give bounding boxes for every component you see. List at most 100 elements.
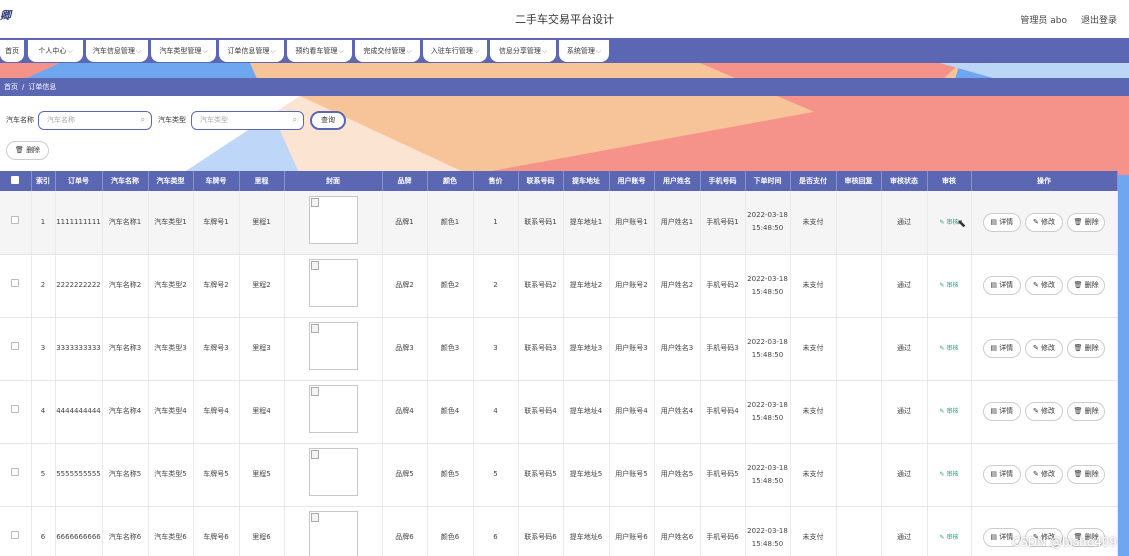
cell-car-name: 汽车名称6	[102, 506, 149, 556]
edit-button[interactable]: ✎ 修改	[1025, 339, 1063, 358]
row-checkbox[interactable]	[11, 279, 20, 287]
broken-image-icon	[310, 513, 319, 522]
nav-item-delivery[interactable]: 完成交付管理⌵	[355, 40, 420, 62]
row-select-cell[interactable]	[0, 191, 32, 255]
cell-cover	[284, 380, 383, 444]
row-select-cell[interactable]	[0, 254, 32, 318]
cell-paid: 未支付	[790, 317, 837, 381]
review-link[interactable]: ✎ 审核	[940, 408, 959, 415]
cell-brand: 品牌5	[382, 443, 428, 507]
broken-image-icon	[310, 324, 319, 333]
trash-icon: 🗑	[1073, 407, 1083, 415]
header-actions: 操作	[971, 171, 1118, 191]
nav-item-home[interactable]: 首页	[0, 40, 24, 62]
cell-order-time: 2022-03-18 15:48:50	[745, 506, 791, 556]
query-button[interactable]: 查询	[310, 111, 346, 130]
cell-price: 5	[473, 443, 519, 507]
row-select-cell[interactable]	[0, 317, 32, 381]
cell-phone: 手机号码2	[700, 254, 746, 318]
row-checkbox[interactable]	[11, 342, 20, 350]
breadcrumb-home[interactable]: 首页	[4, 83, 18, 91]
table-row: 4 4444444444 汽车名称4 汽车类型4 车牌号4 里程4 品牌4 颜色…	[0, 380, 1118, 444]
cell-pickup: 提车地址3	[563, 317, 610, 381]
detail-button[interactable]: ▤ 详情	[982, 339, 1021, 358]
nav-item-personal-center[interactable]: 个人中心⌵	[28, 40, 83, 62]
nav-item-car-info[interactable]: 汽车信息管理⌵	[86, 40, 148, 62]
detail-button[interactable]: ▤ 详情	[982, 212, 1021, 232]
detail-button[interactable]: ▤ 详情	[982, 276, 1021, 295]
review-link[interactable]: ✎ 审核	[940, 219, 959, 226]
delete-button[interactable]: 🗑 删除	[1067, 339, 1106, 358]
cell-username: 用户姓名2	[654, 254, 701, 318]
orders-table: 索引 订单号 汽车名称 汽车类型 车牌号 里程 封面 品牌 颜色 售价 联系号码…	[0, 171, 1118, 556]
header-status: 审核状态	[881, 171, 928, 191]
header-car-name: 汽车名称	[102, 171, 149, 191]
cell-car-name: 汽车名称3	[102, 317, 149, 381]
header-pickup: 提车地址	[563, 171, 610, 191]
review-link[interactable]: ✎ 审核	[940, 282, 959, 289]
nav-item-system[interactable]: 系统管理⌵	[559, 40, 609, 62]
table-row: 2 2222222222 汽车名称2 汽车类型2 车牌号2 里程2 品牌2 颜色…	[0, 254, 1118, 318]
row-checkbox[interactable]	[11, 468, 20, 476]
row-select-cell[interactable]	[0, 443, 32, 507]
chevron-down-icon: ⌵	[338, 47, 344, 55]
delete-button[interactable]: 🗑 删除	[1067, 402, 1106, 421]
edit-button[interactable]: ✎ 修改	[1025, 402, 1063, 421]
row-checkbox[interactable]	[11, 405, 20, 413]
review-link[interactable]: ✎ 审核	[940, 345, 959, 352]
detail-button[interactable]: ▤ 详情	[982, 402, 1021, 421]
car-name-input[interactable]: 汽车名称 ⌕	[38, 111, 152, 130]
delete-button[interactable]: 🗑 删除	[1067, 465, 1106, 484]
select-all-checkbox[interactable]	[11, 176, 20, 184]
review-link[interactable]: ✎ 审核	[940, 471, 959, 478]
nav-item-car-type[interactable]: 汽车类型管理⌵	[151, 40, 216, 62]
car-type-input[interactable]: 汽车类型 ⌕	[191, 111, 304, 130]
logout-link[interactable]: 退出登录	[1081, 13, 1117, 26]
cell-mileage: 里程1	[239, 191, 285, 255]
review-link[interactable]: ✎ 审核	[940, 534, 959, 541]
cover-image	[308, 259, 358, 307]
cell-pickup: 提车地址6	[563, 506, 610, 556]
cell-contact: 联系号码1	[518, 191, 564, 255]
broken-image-icon	[310, 387, 319, 396]
cover-image	[308, 322, 358, 370]
row-select-cell[interactable]	[0, 506, 32, 556]
cell-actions: ▤ 详情 ✎ 修改 🗑 删除	[971, 380, 1118, 444]
header-select-all[interactable]	[0, 171, 32, 191]
cell-price: 6	[473, 506, 519, 556]
nav-item-dealers[interactable]: 入驻车行管理⌵	[423, 40, 487, 62]
edit-button[interactable]: ✎ 修改	[1025, 465, 1063, 484]
nav-item-sharing[interactable]: 信息分享管理⌵	[490, 40, 556, 62]
header: 卿 二手车交易平台设计 管理员 abo 退出登录	[0, 0, 1129, 38]
edit-button[interactable]: ✎ 修改	[1025, 212, 1063, 232]
cell-actions: ▤ 详情 ✎ 修改 🗑 删除	[971, 317, 1118, 381]
nav-item-appointment[interactable]: 预约看车管理⌵	[287, 40, 352, 62]
admin-user-label[interactable]: 管理员 abo	[1020, 13, 1067, 26]
detail-button[interactable]: ▤ 详情	[982, 465, 1021, 484]
cell-account: 用户账号4	[609, 380, 655, 444]
cell-order-no: 6666666666	[55, 506, 103, 556]
cell-pickup: 提车地址2	[563, 254, 610, 318]
edit-button[interactable]: ✎ 修改	[1025, 276, 1063, 295]
cell-reply	[836, 254, 882, 318]
cell-paid: 未支付	[790, 191, 837, 255]
cell-order-no: 2222222222	[55, 254, 103, 318]
row-checkbox[interactable]	[11, 531, 20, 539]
cell-color: 颜色1	[427, 191, 474, 255]
header-color: 颜色	[427, 171, 474, 191]
cell-account: 用户账号6	[609, 506, 655, 556]
delete-button[interactable]: 🗑 删除	[1067, 212, 1106, 232]
delete-button[interactable]: 🗑 删除	[1067, 276, 1106, 295]
batch-delete-button[interactable]: 🗑 删除	[6, 141, 49, 160]
cell-mileage: 里程2	[239, 254, 285, 318]
row-select-cell[interactable]	[0, 380, 32, 444]
cell-car-type: 汽车类型6	[148, 506, 194, 556]
cell-status: 通过	[881, 191, 928, 255]
cell-brand: 品牌3	[382, 317, 428, 381]
row-checkbox[interactable]	[11, 215, 20, 224]
nav-item-order-info[interactable]: 订单信息管理⌵	[219, 40, 284, 62]
cell-index: 2	[31, 254, 56, 318]
cell-order-no: 4444444444	[55, 380, 103, 444]
cell-price: 4	[473, 380, 519, 444]
cell-color: 颜色5	[427, 443, 474, 507]
